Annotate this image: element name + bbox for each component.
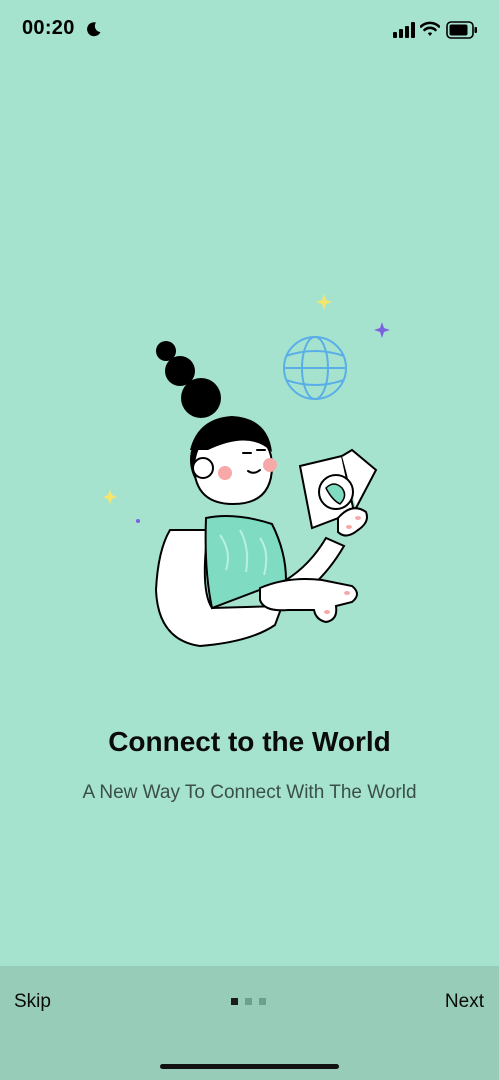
moon-icon <box>87 22 101 37</box>
home-indicator[interactable] <box>160 1064 339 1069</box>
page-dot <box>245 998 252 1005</box>
woman-figure <box>154 341 378 648</box>
onboarding-footer: Skip Next <box>0 966 499 1080</box>
onboarding-illustration <box>103 294 390 648</box>
wifi-icon <box>420 21 440 36</box>
skip-button[interactable]: Skip <box>14 991 51 1013</box>
status-bar: 00:20 <box>0 0 499 60</box>
page-indicator <box>231 998 271 1008</box>
battery-icon <box>446 21 477 39</box>
signal-icon <box>393 22 415 38</box>
next-button[interactable]: Next <box>445 991 484 1013</box>
onboarding-title: Connect to the World <box>108 726 391 757</box>
page-dot-active <box>231 998 238 1005</box>
onboarding-subtitle: A New Way To Connect With The World <box>82 782 417 803</box>
page-dot <box>259 998 266 1005</box>
globe-icon <box>283 336 347 400</box>
status-time: 00:20 <box>22 17 75 39</box>
